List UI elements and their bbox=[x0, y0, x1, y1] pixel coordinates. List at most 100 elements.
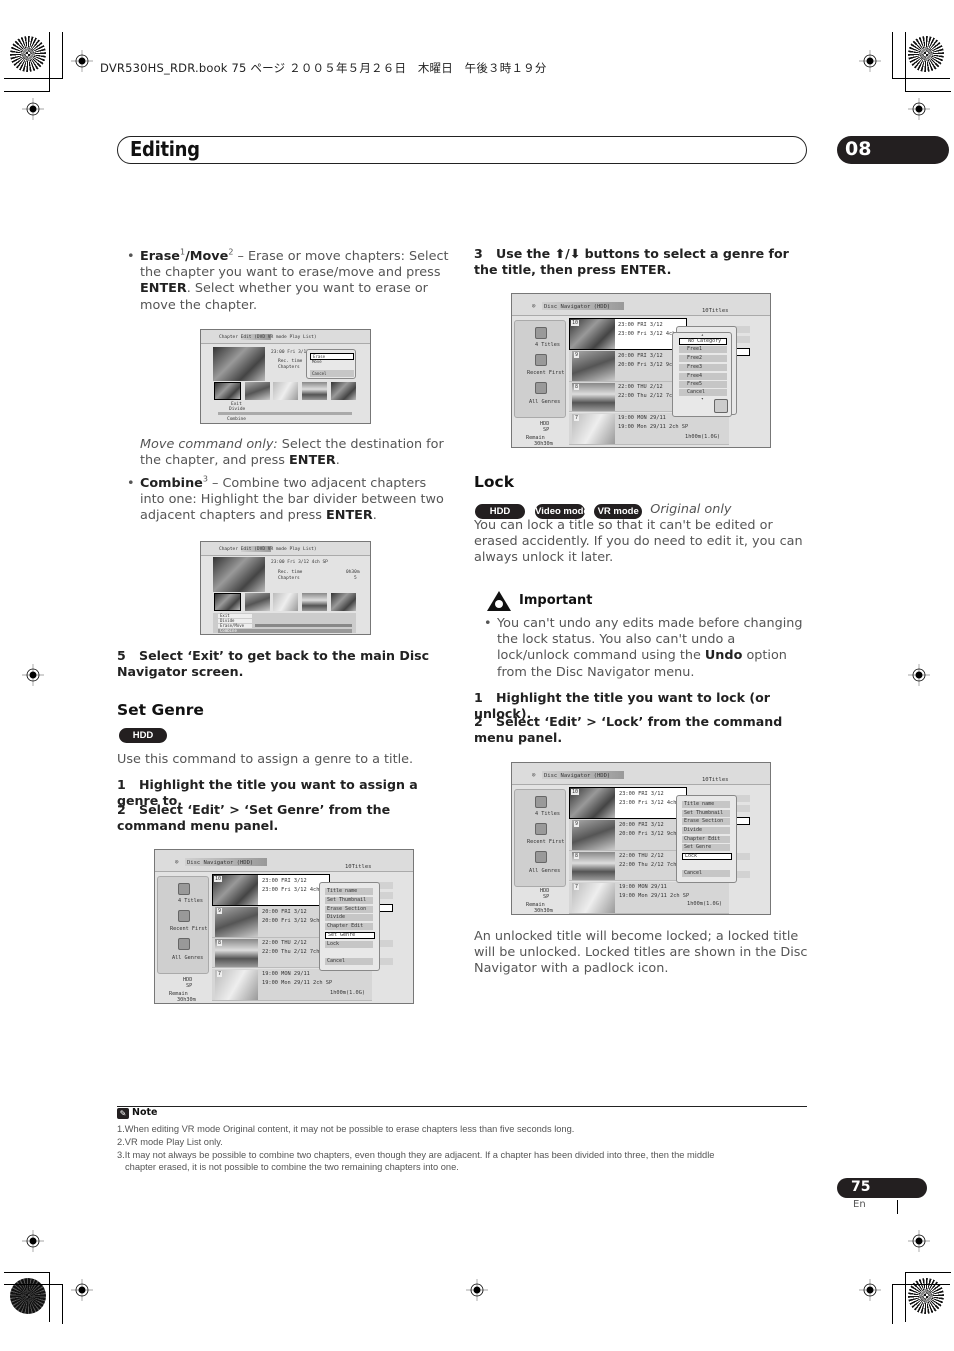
chapter-thumbnail-1[interactable] bbox=[214, 382, 241, 400]
titles-icon[interactable] bbox=[535, 796, 547, 808]
disc-icon: ◎ bbox=[532, 303, 536, 309]
set-genre-step-3: 3 Use the ⬆/⬇ buttons to select a genre f… bbox=[474, 246, 809, 278]
set-genre-heading: Set Genre bbox=[117, 701, 204, 719]
view-sidebar: 4 Titles Recent First All Genres bbox=[157, 876, 209, 974]
title-line-1: 23:00 FRI 3/12 bbox=[618, 322, 663, 328]
chapter-timeline-bar bbox=[218, 412, 352, 415]
menu-item-title-name[interactable]: Title name bbox=[682, 801, 730, 808]
genre-item-cancel[interactable]: Cancel bbox=[679, 389, 727, 396]
titles-icon[interactable] bbox=[178, 883, 190, 895]
menu-item-cancel[interactable]: Cancel bbox=[682, 870, 730, 877]
genre-item-free1[interactable]: Free1 bbox=[679, 346, 727, 353]
genres-icon[interactable] bbox=[535, 382, 547, 394]
crop-line bbox=[49, 32, 50, 92]
title-date: 23:00 FRI 3/12 23:00 Fri 3/12 4ch bbox=[618, 321, 675, 338]
menu-item-set-thumbnail[interactable]: Set Thumbnail bbox=[325, 897, 373, 904]
chapter-thumbnail-5[interactable] bbox=[331, 382, 356, 400]
popup-item-move[interactable]: Move bbox=[310, 358, 354, 365]
chapter-thumbnail-2[interactable] bbox=[245, 382, 270, 400]
crop-line bbox=[892, 1284, 950, 1285]
side-item-all-genres[interactable]: All Genres bbox=[529, 399, 560, 405]
recording-mode: SP bbox=[543, 427, 550, 433]
note-title: Note bbox=[132, 1107, 158, 1118]
side-item-titles[interactable]: 4 Titles bbox=[535, 342, 560, 348]
chapters-label: Chapters bbox=[278, 365, 300, 370]
menu-item-chapter-edit[interactable]: Chapter Edit bbox=[325, 923, 373, 930]
scroll-down-icon[interactable]: ▾ bbox=[701, 397, 704, 402]
rec-time-label: Rec. time bbox=[278, 570, 303, 575]
side-item-recent-first[interactable]: Recent First bbox=[527, 370, 564, 376]
chapter-thumbnail-4[interactable] bbox=[302, 593, 327, 611]
menu-item-erase-section[interactable]: Erase Section bbox=[682, 818, 730, 825]
genre-preview-box bbox=[714, 399, 728, 413]
side-item-all-genres[interactable]: All Genres bbox=[529, 868, 560, 874]
registration-target-icon bbox=[908, 664, 930, 686]
menu-item-chapter-edit[interactable]: Chapter Edit bbox=[682, 836, 730, 843]
genre-item-no-category[interactable]: No Category bbox=[679, 338, 727, 345]
title-line-2: 20:00 Fri 3/12 9ch bbox=[618, 361, 676, 368]
disc-navigator-screen-lock: ◎ Disc Navigator (HDD) 10Titles 4 Titles… bbox=[511, 762, 771, 915]
side-item-titles[interactable]: 4 Titles bbox=[178, 898, 203, 904]
genre-item-free3[interactable]: Free3 bbox=[679, 364, 727, 371]
recent-icon[interactable] bbox=[535, 823, 547, 835]
crop-line bbox=[905, 1272, 906, 1322]
side-item-titles[interactable]: 4 Titles bbox=[535, 811, 560, 817]
chapter-thumbnail-3[interactable] bbox=[273, 382, 298, 400]
recent-icon[interactable] bbox=[178, 910, 190, 922]
menu-item-set-thumbnail[interactable]: Set Thumbnail bbox=[682, 810, 730, 817]
disc-icon: ◎ bbox=[532, 772, 536, 778]
side-item-recent-first[interactable]: Recent First bbox=[170, 926, 207, 932]
registration-target-icon bbox=[908, 98, 930, 120]
side-item-combine[interactable]: Combine bbox=[218, 629, 352, 633]
title-line-2: 19:00 Mon 29/11 2ch SP bbox=[618, 423, 689, 430]
crop-line bbox=[62, 1284, 63, 1324]
chapter-thumbnail-4[interactable] bbox=[302, 382, 327, 400]
side-item-combine[interactable]: Combine bbox=[227, 417, 246, 422]
genre-item-free4[interactable]: Free4 bbox=[679, 373, 727, 380]
title-line-1: 22:00 THU 2/12 bbox=[619, 853, 664, 859]
menu-item-lock[interactable]: Lock bbox=[682, 853, 732, 860]
combine-label: Combine bbox=[140, 476, 203, 491]
recent-icon[interactable] bbox=[535, 354, 547, 366]
screen-title: Disc Navigator (HDD) bbox=[544, 773, 611, 779]
lock-step-2: 2 Select ‘Edit’ > ‘Lock’ from the command… bbox=[474, 714, 804, 746]
title-number: 7 bbox=[217, 971, 223, 977]
enter-key: ENTER bbox=[326, 508, 373, 524]
crop-line bbox=[905, 32, 906, 92]
genre-item-free5[interactable]: Free5 bbox=[679, 381, 727, 388]
genres-icon[interactable] bbox=[178, 938, 190, 950]
menu-item-lock[interactable]: Lock bbox=[325, 941, 373, 948]
registration-starwheel-top-right bbox=[908, 36, 944, 72]
original-only-note: Original only bbox=[650, 502, 732, 517]
chapter-thumbnail-5[interactable] bbox=[331, 593, 356, 611]
titles-icon[interactable] bbox=[535, 327, 547, 339]
note-item-1: 1.When editing VR mode Original content,… bbox=[117, 1124, 575, 1134]
hdd-badge: HDD bbox=[119, 728, 167, 743]
menu-item-divide[interactable]: Divide bbox=[325, 914, 373, 921]
menu-item-divide[interactable]: Divide bbox=[682, 827, 730, 834]
crop-line bbox=[4, 1284, 62, 1285]
chapter-thumbnail-2[interactable] bbox=[245, 593, 270, 611]
menu-item-set-genre[interactable]: Set Genre bbox=[325, 932, 375, 939]
title-count: 10Titles bbox=[345, 864, 372, 870]
genre-item-free2[interactable]: Free2 bbox=[679, 355, 727, 362]
side-item-all-genres[interactable]: All Genres bbox=[172, 955, 203, 961]
menu-item-set-genre[interactable]: Set Genre bbox=[682, 844, 730, 851]
genres-icon[interactable] bbox=[535, 851, 547, 863]
crop-line bbox=[4, 78, 62, 79]
bullet: • bbox=[127, 476, 135, 491]
menu-item-title-name[interactable]: Title name bbox=[325, 888, 373, 895]
bullet: • bbox=[484, 616, 492, 631]
side-item-recent-first[interactable]: Recent First bbox=[527, 839, 564, 845]
menu-item-erase-section[interactable]: Erase Section bbox=[325, 906, 373, 913]
video-mode-badge: Video mode bbox=[535, 504, 589, 519]
erase-label: Erase bbox=[140, 249, 180, 264]
popup-item-cancel[interactable]: Cancel bbox=[310, 370, 354, 377]
title-line-1: 22:00 THU 2/12 bbox=[618, 384, 663, 390]
chapters-label: Chapters bbox=[278, 576, 300, 581]
up-down-arrows-icon: ⬆/⬇ bbox=[554, 246, 581, 261]
chapter-thumbnail-1[interactable] bbox=[214, 593, 241, 611]
menu-item-cancel[interactable]: Cancel bbox=[325, 958, 373, 965]
chapter-thumbnail-3[interactable] bbox=[273, 593, 298, 611]
title-count: 10Titles bbox=[702, 777, 729, 783]
